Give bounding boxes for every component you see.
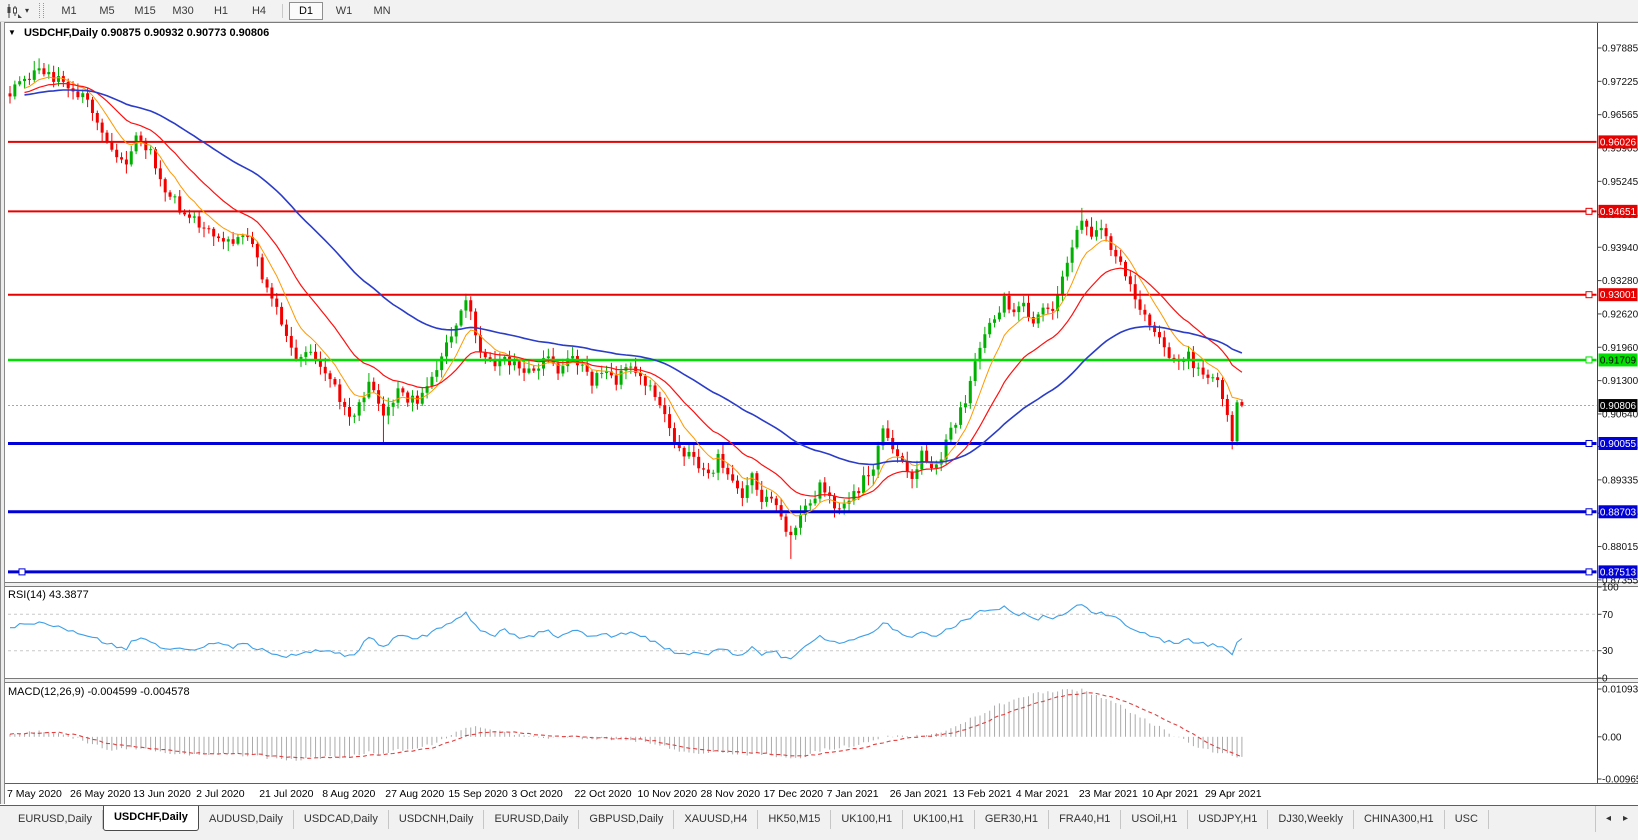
svg-text:0.93940: 0.93940 <box>1602 243 1638 254</box>
tab-usc[interactable]: USC <box>1445 810 1489 829</box>
tab-eurusd-daily[interactable]: EURUSD,Daily <box>484 810 579 829</box>
tab-usdchf-daily[interactable]: USDCHF,Daily <box>103 805 199 831</box>
time-axis-label: 3 Oct 2020 <box>511 788 562 800</box>
chart-tab-bar: EURUSD,DailyUSDCHF,DailyAUDUSD,DailyUSDC… <box>0 804 1638 832</box>
chart-title: ▼ USDCHF,Daily 0.90875 0.90932 0.90773 0… <box>8 27 269 39</box>
tab-scroll-left-icon[interactable]: ◂ <box>1606 813 1611 824</box>
tab-dj30-weekly[interactable]: DJ30,Weekly <box>1268 810 1354 829</box>
timeframe-buttons: M1M5M15M30H1H4 D1W1MN <box>50 2 401 20</box>
time-axis-label: 7 May 2020 <box>7 788 62 800</box>
tab-usoil-h1[interactable]: USOil,H1 <box>1121 810 1188 829</box>
chart-title-symbol: USDCHF,Daily <box>24 27 98 39</box>
svg-text:0.87513: 0.87513 <box>1600 567 1637 578</box>
time-axis-label: 15 Sep 2020 <box>448 788 508 800</box>
tab-usdcnh-daily[interactable]: USDCNH,Daily <box>389 810 485 829</box>
time-axis-label: 13 Feb 2021 <box>953 788 1012 800</box>
svg-text:0.94651: 0.94651 <box>1600 207 1637 218</box>
time-axis-label: 29 Apr 2021 <box>1205 788 1262 800</box>
toolbar-separator <box>282 4 283 18</box>
top-toolbar: ▾ M1M5M15M30H1H4 D1W1MN <box>0 0 1638 22</box>
svg-text:0.89335: 0.89335 <box>1602 475 1638 486</box>
svg-text:0.92620: 0.92620 <box>1602 309 1638 320</box>
svg-text:0.88015: 0.88015 <box>1602 542 1638 553</box>
svg-text:0.91300: 0.91300 <box>1602 376 1638 387</box>
tab-list: EURUSD,DailyUSDCHF,DailyAUDUSD,DailyUSDC… <box>0 804 1638 832</box>
svg-text:0.96026: 0.96026 <box>1600 137 1637 148</box>
chart-title-quotes: 0.90875 0.90932 0.90773 0.90806 <box>101 27 269 39</box>
tf-button-h1[interactable]: H1 <box>204 2 238 20</box>
svg-text:0.93001: 0.93001 <box>1600 290 1637 301</box>
background-layer <box>0 23 1638 784</box>
tab-fra40-h1[interactable]: FRA40,H1 <box>1049 810 1121 829</box>
svg-text:70: 70 <box>1602 610 1614 621</box>
toolbar-grip[interactable] <box>39 3 44 18</box>
tf-button-m1[interactable]: M1 <box>52 2 86 20</box>
svg-text:0.93280: 0.93280 <box>1602 276 1638 287</box>
time-axis-label: 17 Dec 2020 <box>764 788 824 800</box>
svg-text:0.90055: 0.90055 <box>1600 439 1637 450</box>
svg-text:0.97225: 0.97225 <box>1602 77 1638 88</box>
time-axis-label: 23 Mar 2021 <box>1079 788 1138 800</box>
window-left-edge <box>0 22 5 804</box>
time-axis-label: 21 Jul 2020 <box>259 788 313 800</box>
bottom-strip <box>0 832 1638 840</box>
time-axis-label: 26 May 2020 <box>70 788 131 800</box>
time-axis-label: 2 Jul 2020 <box>196 788 244 800</box>
svg-text:0.00: 0.00 <box>1602 732 1622 743</box>
time-axis[interactable]: 7 May 2020 26 May 202013 Jun 2020 2 Jul 20… <box>0 783 1638 806</box>
collapse-caret-icon[interactable]: ▼ <box>8 28 16 37</box>
tf-button-m15[interactable]: M15 <box>128 2 162 20</box>
tab-uk100-h1[interactable]: UK100,H1 <box>831 810 903 829</box>
svg-text:0.97885: 0.97885 <box>1602 44 1638 55</box>
svg-text:30: 30 <box>1602 646 1614 657</box>
tab-uk100-h1[interactable]: UK100,H1 <box>903 810 975 829</box>
tf-button-h4[interactable]: H4 <box>242 2 276 20</box>
chart-svg[interactable]: 0.978850.972250.965650.959050.952450.945… <box>0 23 1638 784</box>
time-axis-label: 22 Oct 2020 <box>574 788 631 800</box>
tab-china300-h1[interactable]: CHINA300,H1 <box>1354 810 1445 829</box>
tab-xauusd-h4[interactable]: XAUUSD,H4 <box>674 810 758 829</box>
tf-button-d1[interactable]: D1 <box>289 2 323 20</box>
svg-text:0.88703: 0.88703 <box>1600 507 1637 518</box>
time-axis-label: 26 Jan 2021 <box>890 788 948 800</box>
time-axis-label: 8 Aug 2020 <box>322 788 375 800</box>
rsi-pane-label: RSI(14) 43.3877 <box>8 589 89 601</box>
tf-button-m5[interactable]: M5 <box>90 2 124 20</box>
tab-usdjpy-h1[interactable]: USDJPY,H1 <box>1188 810 1268 829</box>
svg-text:0.91960: 0.91960 <box>1602 343 1638 354</box>
time-axis-label: 28 Nov 2020 <box>701 788 761 800</box>
tab-gbpusd-daily[interactable]: GBPUSD,Daily <box>579 810 674 829</box>
time-axis-label: 10 Apr 2021 <box>1142 788 1199 800</box>
tf-button-mn[interactable]: MN <box>365 2 399 20</box>
tab-ger30-h1[interactable]: GER30,H1 <box>975 810 1049 829</box>
tab-audusd-daily[interactable]: AUDUSD,Daily <box>199 810 294 829</box>
svg-text:0.010933: 0.010933 <box>1602 685 1638 696</box>
tf-button-w1[interactable]: W1 <box>327 2 361 20</box>
tab-usdcad-daily[interactable]: USDCAD,Daily <box>294 810 389 829</box>
svg-text:0.96565: 0.96565 <box>1602 110 1638 121</box>
chart-window: 0.978850.972250.965650.959050.952450.945… <box>0 22 1638 784</box>
svg-text:0.95245: 0.95245 <box>1602 177 1638 188</box>
svg-text:0.90806: 0.90806 <box>1600 401 1637 412</box>
toolbar-dropdown-caret-icon[interactable]: ▾ <box>25 6 29 15</box>
tab-eurusd-daily[interactable]: EURUSD,Daily <box>8 810 103 829</box>
time-axis-label: 10 Nov 2020 <box>638 788 698 800</box>
time-axis-label: 13 Jun 2020 <box>133 788 191 800</box>
tab-scroll-arrows: ◂ ▸ <box>1595 804 1638 832</box>
time-axis-label: 27 Aug 2020 <box>385 788 444 800</box>
tab-scroll-right-icon[interactable]: ▸ <box>1623 813 1628 824</box>
time-axis-label: 4 Mar 2021 <box>1016 788 1069 800</box>
svg-text:0.91709: 0.91709 <box>1600 355 1637 366</box>
tf-button-m30[interactable]: M30 <box>166 2 200 20</box>
tab-hk50-m15[interactable]: HK50,M15 <box>758 810 831 829</box>
svg-text:100: 100 <box>1602 583 1619 594</box>
macd-pane-label: MACD(12,26,9) -0.004599 -0.004578 <box>8 686 190 698</box>
svg-text:0: 0 <box>1602 674 1608 685</box>
chart-type-icon[interactable] <box>5 3 23 19</box>
time-axis-label: 7 Jan 2021 <box>827 788 879 800</box>
